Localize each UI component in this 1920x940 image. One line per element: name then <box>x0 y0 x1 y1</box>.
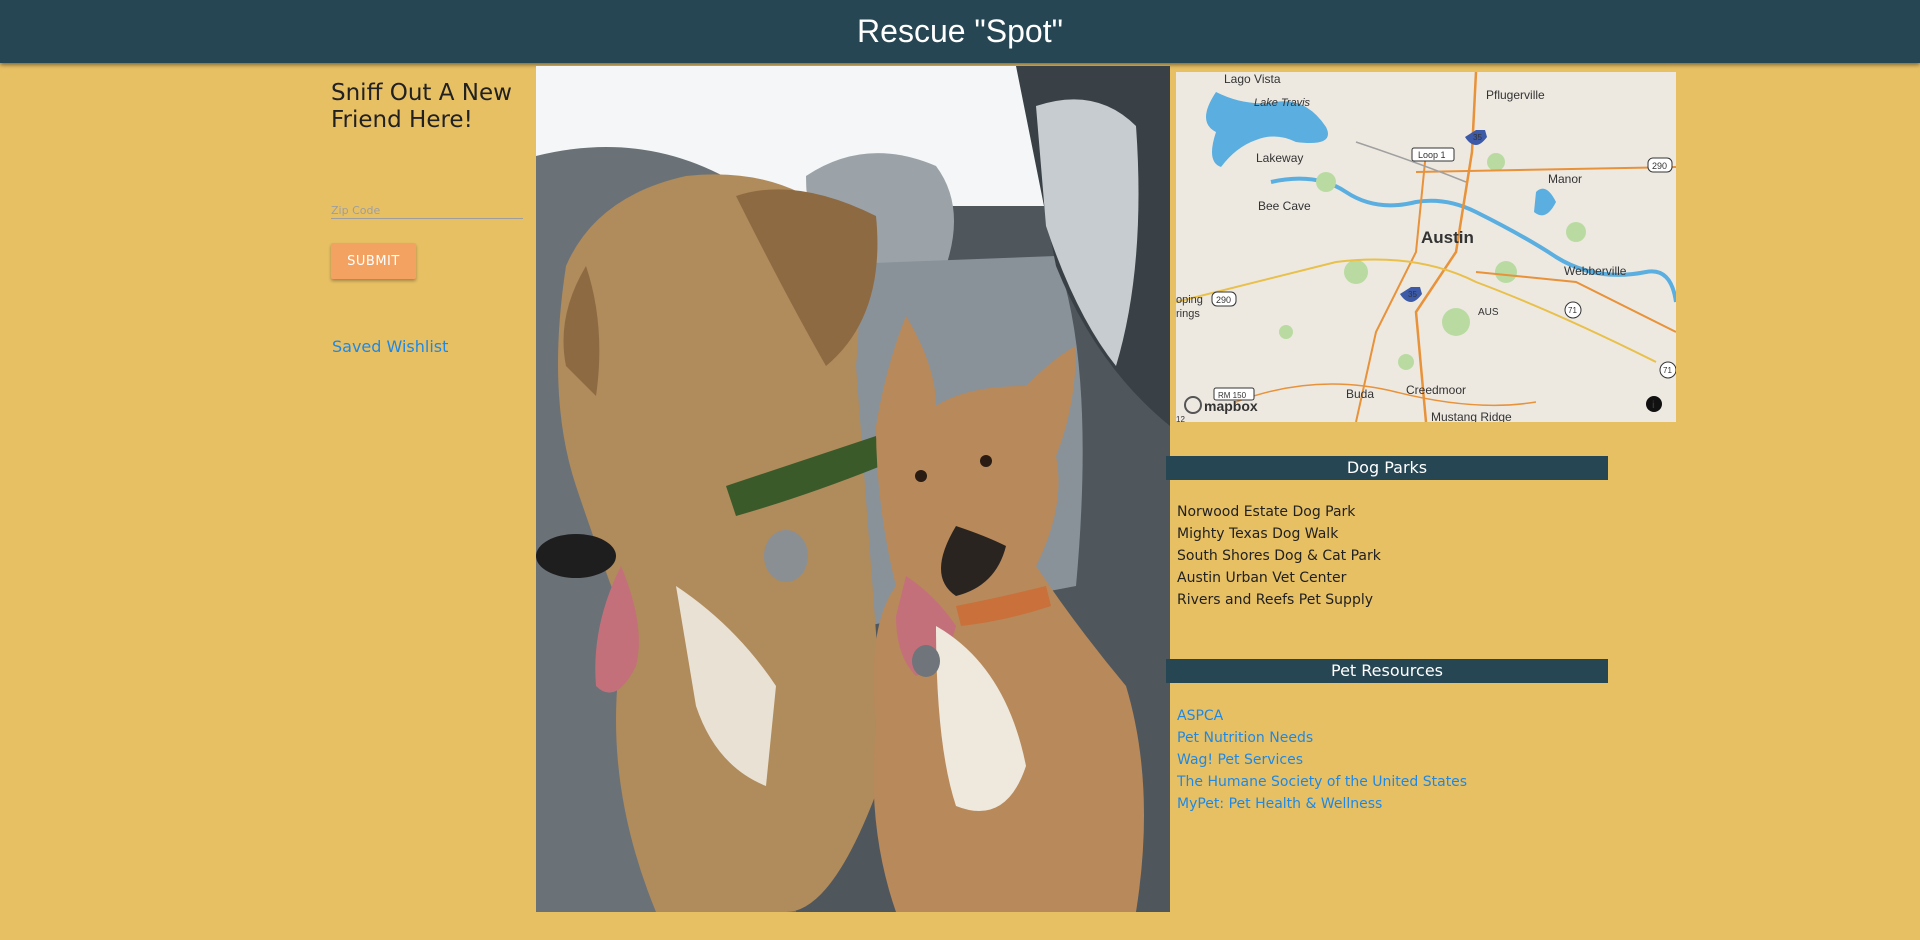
svg-text:AUS: AUS <box>1478 307 1499 318</box>
svg-text:Webberville: Webberville <box>1564 264 1627 278</box>
pet-resources-header: Pet Resources <box>1166 659 1608 683</box>
svg-text:Loop 1: Loop 1 <box>1418 150 1446 160</box>
svg-text:290: 290 <box>1652 161 1667 171</box>
svg-text:oping: oping <box>1176 294 1203 306</box>
list-item: Austin Urban Vet Center <box>1177 570 1347 586</box>
svg-text:Lago Vista: Lago Vista <box>1224 72 1281 86</box>
site-title: Rescue "Spot" <box>857 13 1063 49</box>
search-panel: Sniff Out A New Friend Here! Zip Code SU… <box>331 80 523 356</box>
resource-link[interactable]: The Humane Society of the United States <box>1177 771 1467 793</box>
area-map[interactable]: Lago Vista Pflugerville Lake Travis Lake… <box>1176 72 1676 422</box>
svg-text:35: 35 <box>1473 133 1482 142</box>
svg-text:rings: rings <box>1176 308 1200 320</box>
list-item: Mighty Texas Dog Walk <box>1177 526 1339 542</box>
svg-text:Pflugerville: Pflugerville <box>1486 88 1545 102</box>
list-item: Norwood Estate Dog Park <box>1177 504 1356 520</box>
dog-parks-list: Norwood Estate Dog Park Mighty Texas Dog… <box>1177 501 1381 611</box>
dogs-photo <box>536 66 1170 912</box>
svg-text:mapbox: mapbox <box>1204 398 1258 414</box>
svg-text:Buda: Buda <box>1346 387 1374 401</box>
list-item: Rivers and Reefs Pet Supply <box>1177 592 1374 608</box>
svg-text:Lake Travis: Lake Travis <box>1254 97 1311 109</box>
saved-wishlist-link[interactable]: Saved Wishlist <box>332 337 448 356</box>
svg-text:290: 290 <box>1216 295 1231 305</box>
resource-link[interactable]: ASPCA <box>1177 705 1467 727</box>
pet-resources-list: ASPCA Pet Nutrition Needs Wag! Pet Servi… <box>1177 705 1467 815</box>
dog-parks-header: Dog Parks <box>1166 456 1608 480</box>
resource-link[interactable]: Pet Nutrition Needs <box>1177 727 1467 749</box>
list-item: South Shores Dog & Cat Park <box>1177 548 1381 564</box>
submit-button[interactable]: SUBMIT <box>331 243 416 279</box>
svg-text:Creedmoor: Creedmoor <box>1406 383 1466 397</box>
svg-text:Austin: Austin <box>1421 228 1474 247</box>
resource-link[interactable]: Wag! Pet Services <box>1177 749 1467 771</box>
svg-text:71: 71 <box>1663 366 1672 375</box>
search-heading: Sniff Out A New Friend Here! <box>331 80 512 133</box>
site-header: Rescue "Spot" <box>0 0 1920 63</box>
svg-text:12: 12 <box>1176 415 1185 422</box>
svg-text:35: 35 <box>1408 290 1417 299</box>
resource-link[interactable]: MyPet: Pet Health & Wellness <box>1177 793 1467 815</box>
svg-text:Manor: Manor <box>1548 172 1582 186</box>
zip-code-label: Zip Code <box>331 204 381 217</box>
svg-text:Lakeway: Lakeway <box>1256 151 1303 165</box>
svg-text:71: 71 <box>1568 306 1577 315</box>
svg-text:i: i <box>1652 400 1655 411</box>
svg-text:Bee Cave: Bee Cave <box>1258 199 1311 213</box>
svg-text:Mustang Ridge: Mustang Ridge <box>1431 410 1512 422</box>
